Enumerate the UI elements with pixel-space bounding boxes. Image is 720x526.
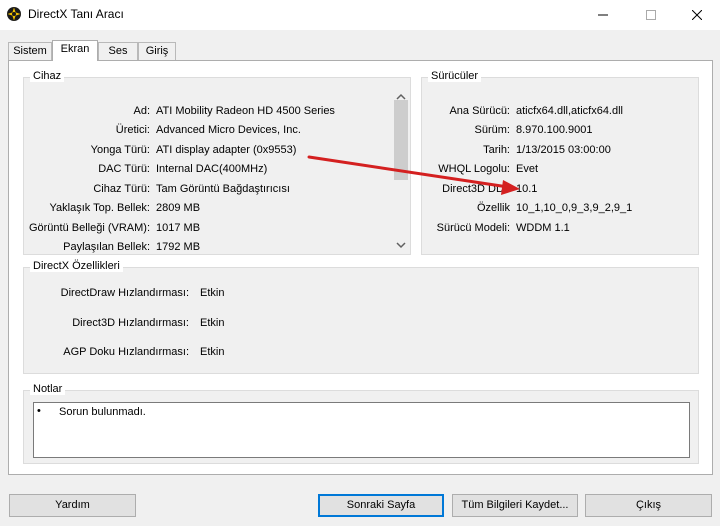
whql-label: WHQL Logolu: xyxy=(438,163,510,175)
bullet-icon: • xyxy=(37,405,41,417)
device-type-value: Tam Görüntü Bağdaştırıcısı xyxy=(156,183,290,195)
feature-levels-label: Özellik xyxy=(476,202,510,214)
feature-levels-value: 10_1,10_0,9_3,9_2,9_1 xyxy=(516,202,633,214)
date-value: 1/13/2015 03:00:00 xyxy=(516,144,611,156)
manufacturer-value: Advanced Micro Devices, Inc. xyxy=(156,124,301,136)
device-type-label: Cihaz Türü: xyxy=(93,183,150,195)
d3d-ddi-label: Direct3D DDI: xyxy=(442,183,510,195)
device-name-value: ATI Mobility Radeon HD 4500 Series xyxy=(156,105,335,117)
note-item: Sorun bulunmadı. xyxy=(59,406,146,418)
minimize-icon xyxy=(598,14,608,16)
direct3d-label: Direct3D Hızlandırması: xyxy=(72,317,189,329)
total-memory-label: Yaklaşık Top. Bellek: xyxy=(49,202,150,214)
shared-memory-label: Paylaşılan Bellek: xyxy=(63,241,150,253)
device-group-title: Cihaz xyxy=(30,70,65,82)
directdraw-value: Etkin xyxy=(200,287,225,299)
whql-value: Evet xyxy=(516,163,539,175)
direct3d-value: Etkin xyxy=(200,317,225,329)
main-driver-value: aticfx64.dll,aticfx64.dll xyxy=(516,105,623,117)
notes-group-title: Notlar xyxy=(30,383,66,395)
chip-type-value: ATI display adapter (0x9553) xyxy=(156,144,297,156)
tab-ekran[interactable]: Ekran xyxy=(52,40,98,61)
title-bar: DirectX Tanı Aracı xyxy=(0,0,720,30)
agp-texture-value: Etkin xyxy=(200,346,225,358)
tab-sistem[interactable]: Sistem xyxy=(8,42,52,60)
scroll-thumb[interactable] xyxy=(394,100,408,180)
scroll-down-icon[interactable] xyxy=(396,240,406,250)
next-page-button[interactable]: Sonraki Sayfa xyxy=(318,494,444,517)
chip-type-label: Yonga Türü: xyxy=(90,144,150,156)
version-label: Sürüm: xyxy=(474,124,510,136)
drivers-group-title: Sürücüler xyxy=(428,70,482,82)
close-icon xyxy=(692,10,702,20)
vram-label: Görüntü Belleği (VRAM): xyxy=(28,222,150,234)
driver-model-value: WDDM 1.1 xyxy=(516,222,570,234)
vram-value: 1017 MB xyxy=(156,222,201,234)
close-button[interactable] xyxy=(674,0,720,30)
version-value: 8.970.100.9001 xyxy=(516,124,593,136)
directdraw-label: DirectDraw Hızlandırması: xyxy=(60,287,189,299)
driver-model-label: Sürücü Modeli: xyxy=(436,222,510,234)
help-button[interactable]: Yardım xyxy=(9,494,136,517)
dac-type-value: Internal DAC(400MHz) xyxy=(156,163,268,175)
main-driver-label: Ana Sürücü: xyxy=(449,105,510,117)
agp-texture-label: AGP Doku Hızlandırması: xyxy=(63,346,189,358)
minimize-button[interactable] xyxy=(580,0,626,30)
total-memory-value: 2809 MB xyxy=(156,202,201,214)
device-scrollbar[interactable] xyxy=(393,90,409,253)
save-all-button[interactable]: Tüm Bilgileri Kaydet... xyxy=(452,494,578,517)
features-group-title: DirectX Özellikleri xyxy=(30,260,123,272)
shared-memory-value: 1792 MB xyxy=(156,241,201,253)
tab-giris[interactable]: Giriş xyxy=(138,42,176,60)
dac-type-label: DAC Türü: xyxy=(98,163,150,175)
notes-textbox[interactable]: • Sorun bulunmadı. xyxy=(33,402,690,458)
d3d-ddi-value: 10.1 xyxy=(516,183,538,195)
tab-ses[interactable]: Ses xyxy=(98,42,138,60)
date-label: Tarih: xyxy=(483,144,510,156)
directx-logo-icon xyxy=(7,7,21,21)
maximize-button[interactable] xyxy=(628,0,674,30)
device-name-label: Ad: xyxy=(133,105,150,117)
window-title: DirectX Tanı Aracı xyxy=(28,7,124,21)
maximize-icon xyxy=(646,10,656,20)
exit-button[interactable]: Çıkış xyxy=(585,494,712,517)
manufacturer-label: Üretici: xyxy=(115,124,150,136)
